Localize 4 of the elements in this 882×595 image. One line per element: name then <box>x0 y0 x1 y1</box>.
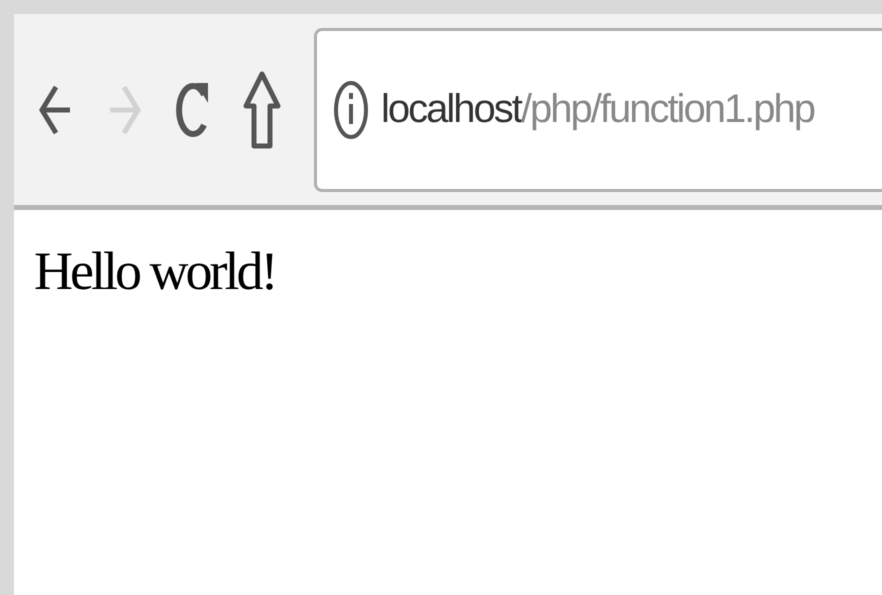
home-button[interactable] <box>242 70 282 150</box>
info-icon[interactable] <box>333 78 369 140</box>
address-field[interactable]: localhost/php/function1.php <box>314 28 882 192</box>
page-text: Hello world! <box>34 240 276 302</box>
